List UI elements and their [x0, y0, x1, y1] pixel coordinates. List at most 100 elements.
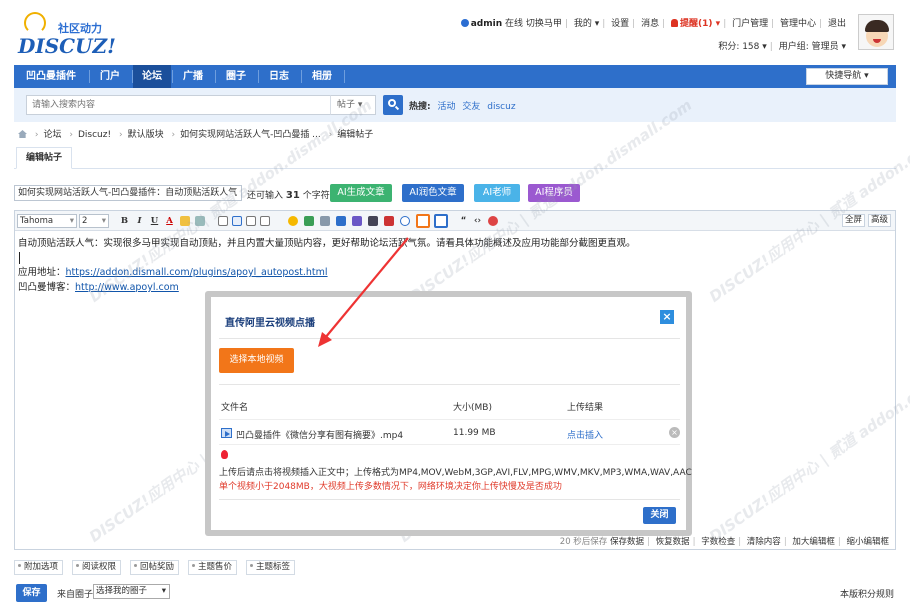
- tab-edit-post[interactable]: 编辑帖子: [16, 147, 72, 169]
- underline-button[interactable]: U: [149, 215, 160, 227]
- switch-vest-link[interactable]: 切换马甲: [526, 19, 562, 29]
- nav-item-group[interactable]: 圈子: [216, 65, 256, 88]
- play-icon[interactable]: [434, 214, 448, 228]
- align-left-icon[interactable]: [218, 216, 228, 226]
- ai-teacher-button[interactable]: AI老师: [474, 184, 520, 202]
- shrink-editor-link[interactable]: 缩小编辑框: [846, 537, 889, 547]
- content-line: 自动顶贴活跃人气：实现很多马甲实现自动顶贴，并且内置大量顶贴内容，更好帮助论坛活…: [18, 238, 636, 249]
- font-color-button[interactable]: A: [164, 215, 175, 227]
- breadcrumb-item[interactable]: 论坛: [43, 130, 61, 140]
- hot-search-link[interactable]: discuz: [487, 102, 515, 112]
- read-permission-button[interactable]: 阅读权限: [72, 560, 122, 575]
- highlight-icon[interactable]: [180, 216, 190, 226]
- clear-content-link[interactable]: 清除内容: [747, 537, 781, 547]
- hide-content-icon[interactable]: [488, 216, 498, 226]
- text-caret: [19, 252, 20, 264]
- align-right-icon[interactable]: [246, 216, 256, 226]
- insert-video-link[interactable]: 点击插入: [567, 428, 603, 441]
- circle-select[interactable]: 选择我的圈子 ▾: [93, 584, 170, 599]
- portal-manage-link[interactable]: 门户管理: [732, 19, 768, 29]
- nav-item-album[interactable]: 相册: [302, 65, 342, 88]
- restore-data-link[interactable]: 恢复数据: [656, 537, 690, 547]
- messages-link[interactable]: 消息: [641, 19, 659, 29]
- credit-rules-link[interactable]: 本版积分规则: [840, 587, 894, 600]
- extra-options-button[interactable]: 附加选项: [14, 560, 64, 575]
- close-icon[interactable]: ×: [660, 310, 674, 324]
- align-center-icon[interactable]: [232, 216, 242, 226]
- align-justify-icon[interactable]: [260, 216, 270, 226]
- quick-nav-button[interactable]: 快捷导航 ▾: [806, 68, 888, 85]
- font-family-select[interactable]: Tahoma ▾: [17, 214, 77, 228]
- save-data-link[interactable]: 保存数据: [610, 537, 644, 547]
- reply-reward-button[interactable]: 回帖奖励: [130, 560, 180, 575]
- logout-link[interactable]: 退出: [828, 19, 846, 29]
- user-group-menu[interactable]: 用户组: 管理员 ▾: [779, 42, 846, 52]
- col-result: 上传结果: [567, 403, 604, 413]
- fullscreen-button[interactable]: 全屏: [841, 214, 865, 227]
- breadcrumb-item[interactable]: 默认版块: [128, 130, 164, 140]
- music-icon[interactable]: [352, 216, 362, 226]
- hot-search-link[interactable]: 活动: [437, 102, 455, 112]
- code-icon[interactable]: ‹›: [472, 215, 483, 227]
- search-input[interactable]: [26, 95, 346, 115]
- thread-price-button[interactable]: 主题售价: [188, 560, 238, 575]
- ai-generate-button[interactable]: AI生成文章: [330, 184, 392, 202]
- ai-programmer-button[interactable]: AI程序员: [528, 184, 580, 202]
- nav-item-plugin[interactable]: 凹凸曼插件: [14, 65, 88, 88]
- home-icon[interactable]: [18, 130, 27, 138]
- post-title-input[interactable]: 如何实现网站活跃人气-凹凸曼插件：自动顶贴活跃人气: [14, 185, 242, 201]
- nav-item-portal[interactable]: 门户: [90, 65, 130, 88]
- attachment-icon[interactable]: [320, 216, 330, 226]
- search-type-select[interactable]: 帖子 ▾: [330, 95, 376, 115]
- bold-button[interactable]: B: [119, 215, 130, 227]
- select-local-video-button[interactable]: 选择本地视频: [219, 348, 294, 373]
- ai-polish-button[interactable]: AI润色文章: [402, 184, 464, 202]
- autosave-status: 20 秒后保存: [559, 537, 608, 547]
- dialog-close-button[interactable]: 关闭: [643, 507, 676, 524]
- logo-title: DISCUZ!: [18, 34, 116, 58]
- my-menu[interactable]: 我的 ▾: [574, 19, 599, 29]
- nav-item-blog[interactable]: 日志: [259, 65, 299, 88]
- online-status: 在线: [505, 19, 524, 29]
- quote-icon[interactable]: [384, 216, 394, 226]
- emoji-icon[interactable]: [288, 216, 298, 226]
- editor-toolbar: Tahoma ▾ 2 ▾ B I U A “ ‹› 全屏 高级: [15, 211, 895, 231]
- breadcrumb-item[interactable]: Discuz!: [78, 130, 111, 140]
- quote-mark-icon[interactable]: “: [458, 215, 469, 227]
- admin-center-link[interactable]: 管理中心: [780, 19, 816, 29]
- hot-search-label: 热搜:: [409, 102, 431, 112]
- avatar[interactable]: [858, 14, 894, 50]
- video-upload-dialog: 直传阿里云视频点播 × 选择本地视频 文件名 大小(MB) 上传结果 凹凸曼插件…: [211, 297, 692, 530]
- editor-statusbar: 20 秒后保存 保存数据 | 恢复数据 | 字数检查 | 清除内容 | 加大编辑框 | 缩…: [559, 537, 889, 547]
- discuz-logo[interactable]: 社区动力 DISCUZ!: [18, 8, 128, 58]
- upload-video-icon[interactable]: [416, 214, 430, 228]
- file-size: 11.99 MB: [453, 428, 496, 438]
- col-file-name: 文件名: [221, 403, 249, 413]
- hot-search-link[interactable]: 交友: [462, 102, 480, 112]
- save-button[interactable]: 保存: [16, 584, 47, 602]
- font-size-select[interactable]: 2 ▾: [79, 214, 109, 228]
- blog-url-link[interactable]: http://www.apoyl.com: [75, 282, 179, 293]
- settings-link[interactable]: 设置: [611, 19, 629, 29]
- editor-content[interactable]: 自动顶贴活跃人气：实现很多马甲实现自动顶贴，并且内置大量顶贴内容，更好帮助论坛活…: [18, 236, 878, 295]
- word-check-link[interactable]: 字数检查: [701, 537, 735, 547]
- thread-tags-button[interactable]: 主题标签: [246, 560, 296, 575]
- at-icon[interactable]: [400, 216, 410, 226]
- username-link[interactable]: admin: [471, 19, 502, 29]
- breadcrumb-item[interactable]: 如何实现网站活跃人气-凹凸曼插 ...: [180, 130, 321, 140]
- alerts-menu[interactable]: 提醒(1) ▾: [680, 19, 720, 29]
- link-icon[interactable]: [195, 216, 205, 226]
- credits-menu[interactable]: 积分: 158 ▾: [718, 42, 766, 52]
- video-icon[interactable]: [336, 216, 346, 226]
- enlarge-editor-link[interactable]: 加大编辑框: [792, 537, 835, 547]
- flash-icon[interactable]: [368, 216, 378, 226]
- image-icon[interactable]: [304, 216, 314, 226]
- advanced-button[interactable]: 高级: [867, 214, 891, 227]
- nav-item-forum[interactable]: 论坛: [133, 65, 171, 88]
- italic-button[interactable]: I: [134, 215, 145, 227]
- logo-bulb-icon: [24, 12, 46, 34]
- remove-file-icon[interactable]: ×: [669, 427, 680, 438]
- nav-item-broadcast[interactable]: 广播: [173, 65, 213, 88]
- search-button[interactable]: [383, 95, 403, 115]
- app-url-link[interactable]: https://addon.dismall.com/plugins/apoyl_…: [66, 267, 328, 278]
